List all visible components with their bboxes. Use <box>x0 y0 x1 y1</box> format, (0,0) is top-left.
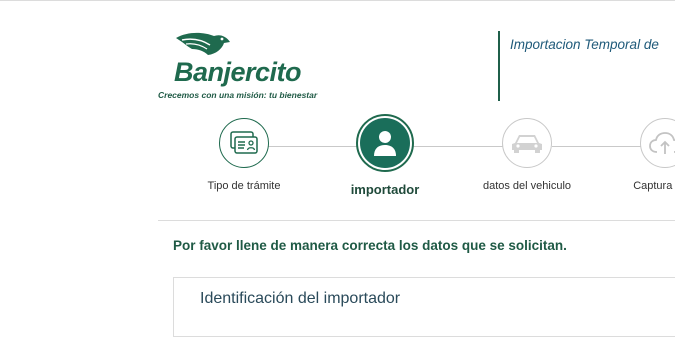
importer-identification-panel: Identificación del importador <box>173 277 675 337</box>
car-icon <box>512 135 542 153</box>
person-icon <box>374 131 396 156</box>
banjercito-logo[interactable]: Banjercito Crecemos con una misión: tu b… <box>158 30 328 105</box>
id-card-icon <box>230 131 258 154</box>
step-circle <box>502 118 552 168</box>
brand-tagline: Crecemos con una misión: tu bienestar <box>158 90 318 100</box>
step-circle-fill <box>360 118 410 168</box>
panel-title: Identificación del importador <box>200 290 401 307</box>
step-label: Tipo de trámite <box>207 180 281 192</box>
progress-stepper: Tipo de trámite importador datos del veh… <box>0 114 675 208</box>
page-title: Importacion Temporal de <box>510 37 659 52</box>
step-tipo-de-tramite[interactable]: Tipo de trámite <box>189 118 299 192</box>
header-divider <box>498 31 500 101</box>
eagle-logo-icon <box>176 32 230 55</box>
form-instructions: Por favor llene de manera correcta los d… <box>173 238 567 253</box>
cloud-upload-icon <box>649 132 675 154</box>
step-label: datos del vehiculo <box>482 180 572 192</box>
step-label: Captura de d <box>633 180 675 192</box>
top-rule <box>0 0 675 1</box>
step-datos-del-vehiculo[interactable]: datos del vehiculo <box>472 118 582 192</box>
brand-name: Banjercito <box>174 57 302 87</box>
step-captura[interactable]: Captura de d <box>610 118 675 192</box>
section-separator <box>158 220 675 221</box>
step-circle <box>219 118 269 168</box>
step-label: importador <box>350 182 420 197</box>
step-circle <box>356 114 414 172</box>
step-importador[interactable]: importador <box>330 114 440 197</box>
step-circle <box>640 118 675 168</box>
